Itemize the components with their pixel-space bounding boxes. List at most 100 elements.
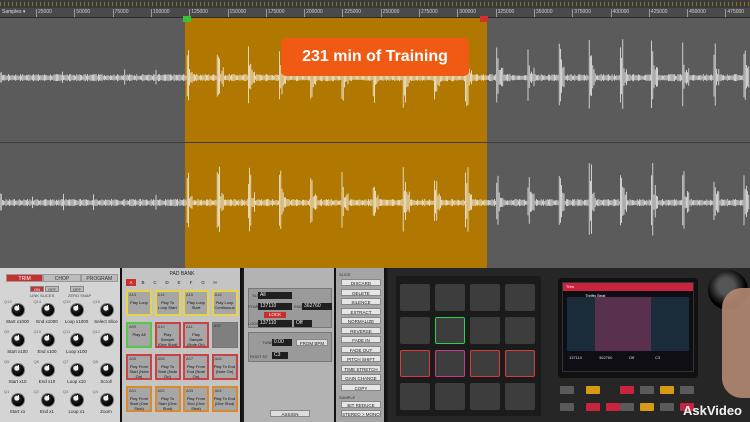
hardware-button: [560, 403, 574, 411]
hardware-pad: [505, 350, 535, 377]
tab-trim[interactable]: TRIM: [6, 274, 44, 282]
link-slices-off[interactable]: OFF: [45, 286, 59, 292]
pad-a13[interactable]: A13 Play Loop: [126, 290, 152, 316]
rotary-knob-icon[interactable]: [40, 333, 55, 347]
overview-bar[interactable]: [0, 0, 750, 8]
pad-id: A10: [157, 324, 165, 329]
pad-a03[interactable]: A03 Play From End (One Shot): [183, 386, 209, 412]
pad-a04[interactable]: A04 Play To End (One Shot): [211, 386, 238, 412]
loop-field[interactable]: 137110: [258, 320, 292, 327]
process-button[interactable]: FADE OUT: [341, 345, 381, 353]
bank-button[interactable]: G: [198, 279, 208, 286]
hardware-button: [640, 386, 654, 394]
rotary-knob-icon[interactable]: [11, 363, 25, 377]
rotary-knob-icon[interactable]: [99, 303, 114, 317]
hardware-pad: [400, 284, 430, 311]
waveform-editor[interactable]: Samples ▾ 25000 50000 75000 100000 125000 150…: [0, 0, 750, 268]
rotary-knob-icon[interactable]: [99, 363, 114, 377]
knob-id: Q11: [63, 329, 71, 334]
bank-button[interactable]: F: [186, 279, 196, 286]
process-button[interactable]: PITCH SHIFT: [341, 355, 381, 362]
tune-field[interactable]: 0.00: [272, 339, 292, 346]
pad-a02[interactable]: A02 Play To Start (One Shot): [154, 386, 181, 412]
knob-label: Loop x10: [67, 379, 86, 384]
process-button[interactable]: GAIN CHANGE: [341, 374, 381, 381]
root-note-label: ROOT NT: [250, 354, 268, 359]
hardware-pad: [470, 317, 500, 344]
pad-label: Play To Start (Note On): [157, 364, 178, 379]
process-button[interactable]: EXTRACT: [341, 307, 381, 315]
zero-snap-off[interactable]: OFF: [70, 286, 84, 292]
start-marker[interactable]: [183, 16, 191, 22]
end-field[interactable]: 362760: [302, 303, 332, 310]
rotary-knob-icon[interactable]: [40, 363, 55, 377]
ruler-units[interactable]: Samples ▾: [2, 9, 25, 15]
tab-chop[interactable]: CHOP: [43, 274, 81, 282]
tab-program[interactable]: PROGRAM: [80, 274, 118, 282]
process-button[interactable]: BIT REDUCE: [341, 401, 381, 408]
rotary-knob-icon[interactable]: [40, 303, 55, 317]
bank-button[interactable]: C: [150, 279, 160, 286]
pad-a16[interactable]: A16 Play Loop Continuous: [211, 290, 238, 316]
pad-a12[interactable]: A12: [211, 322, 238, 348]
rotary-knob-icon[interactable]: [40, 393, 55, 407]
rotary-knob-icon[interactable]: [70, 333, 84, 347]
process-button[interactable]: COPY: [341, 383, 381, 391]
loop-mode-select[interactable]: Off: [294, 320, 312, 327]
bank-button[interactable]: A: [126, 279, 136, 286]
root-note-field[interactable]: C3: [272, 352, 288, 359]
pad-label: Play Loop Continuous: [214, 300, 235, 310]
screen-loop-mode: Off: [629, 355, 635, 360]
pad-a06[interactable]: A06 Play To Start (Note On): [154, 354, 181, 380]
lock-button[interactable]: LOCK: [264, 312, 286, 318]
rotary-knob-icon[interactable]: [70, 303, 84, 317]
bank-button[interactable]: H: [210, 279, 220, 286]
rotary-knob-icon[interactable]: [99, 393, 114, 407]
process-button[interactable]: SILENCE: [341, 298, 381, 305]
slice-field[interactable]: All: [258, 292, 292, 299]
process-button[interactable]: NORMALIZE: [341, 317, 381, 324]
pad-a15[interactable]: A15 Play Loop Start: [183, 290, 209, 316]
pad-label: Play Loop: [130, 300, 148, 305]
ruler-tick: 25000: [36, 9, 52, 17]
waveform-right-channel: [0, 163, 750, 236]
ruler-tick: 250000: [380, 9, 400, 17]
pad-a10[interactable]: A10 Play Sample (One Shot): [154, 322, 181, 348]
rotary-knob-icon[interactable]: [11, 303, 25, 317]
pad-a08[interactable]: A08 Play To End (Note On): [211, 354, 238, 380]
knob-label: Start x1: [9, 409, 26, 414]
process-button[interactable]: TIME STRETCH: [341, 364, 381, 372]
process-button[interactable]: FADE IN: [341, 336, 381, 343]
rotary-knob-icon[interactable]: [70, 393, 84, 407]
link-slices-on[interactable]: ON: [30, 286, 44, 292]
start-field[interactable]: 137110: [258, 303, 292, 310]
rotary-knob-icon[interactable]: [70, 363, 84, 377]
bank-button[interactable]: E: [174, 279, 184, 286]
assign-button[interactable]: ASSIGN: [270, 410, 310, 417]
ruler-tick: 200000: [304, 9, 323, 17]
screen-header: [563, 283, 693, 291]
rotary-knob-icon[interactable]: [11, 393, 25, 407]
pad-id: A11: [186, 324, 193, 329]
pad-a11[interactable]: A11 Play Sample (Note On): [183, 322, 209, 348]
from-bpm-button[interactable]: FROM BPM: [296, 339, 328, 346]
process-button[interactable]: REVERSE: [341, 326, 381, 334]
bank-button[interactable]: D: [162, 279, 172, 286]
pad-a01[interactable]: A01 Play From Start (One Shot): [126, 386, 152, 412]
hardware-pad: [435, 383, 465, 410]
pad-a09[interactable]: A09 Play All: [126, 322, 152, 348]
rotary-knob-icon[interactable]: [11, 333, 25, 347]
pad-a05[interactable]: A05 Play From Start (Note On): [126, 354, 152, 380]
hand-image: [722, 288, 750, 398]
screen-start: 137110: [569, 355, 583, 360]
bank-button[interactable]: B: [138, 279, 148, 286]
process-button[interactable]: STEREO > MONO: [341, 410, 381, 417]
knob-label: Loop x1: [68, 409, 85, 414]
training-banner: 231 min of Training: [281, 38, 469, 76]
rotary-knob-icon[interactable]: [99, 333, 114, 347]
process-button[interactable]: DISCARD: [341, 279, 381, 286]
pad-a07[interactable]: A07 Play From End (Note On): [183, 354, 209, 380]
pad-a14[interactable]: A14 Play To Loop Start: [154, 290, 181, 316]
end-marker[interactable]: [480, 16, 488, 22]
process-button[interactable]: DELETE: [341, 288, 381, 296]
